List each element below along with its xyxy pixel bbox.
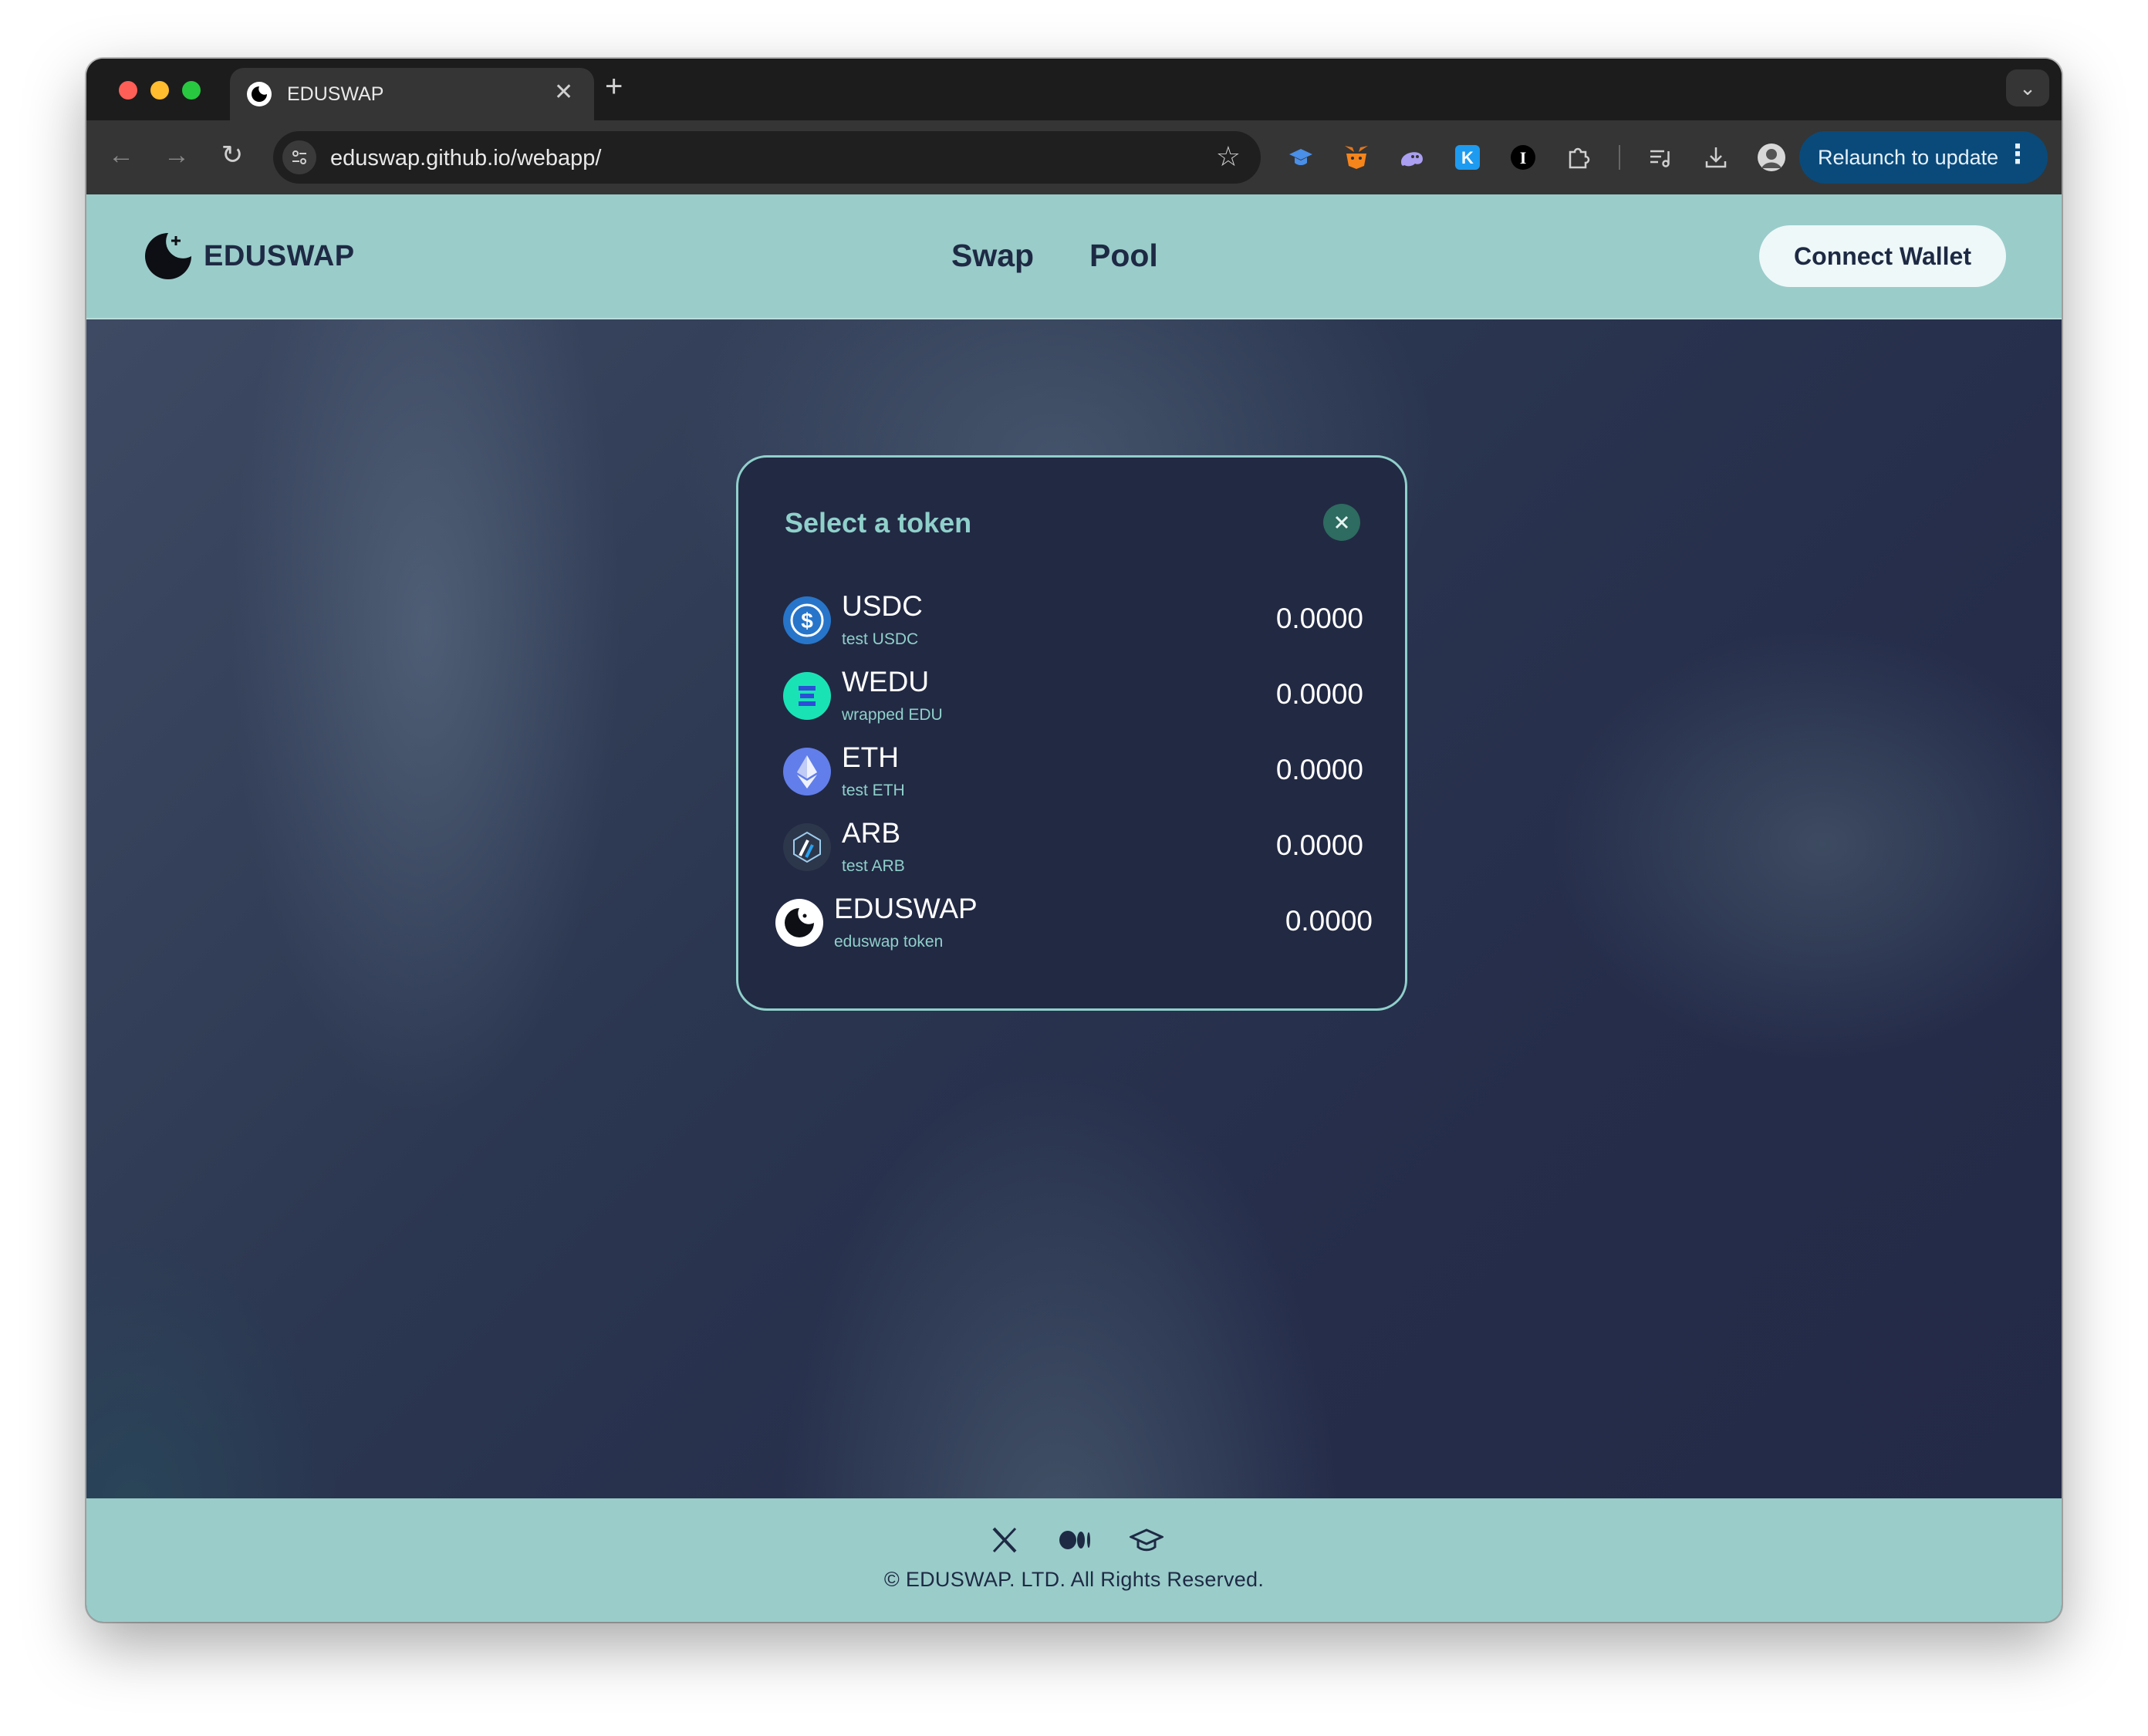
new-tab-button[interactable]: + [605, 69, 623, 104]
address-bar[interactable]: eduswap.github.io/webapp/ ☆ [273, 131, 1261, 184]
i-extension-icon[interactable]: I [1506, 140, 1540, 174]
token-balance: 0.0000 [1285, 905, 1373, 937]
token-balance: 0.0000 [1275, 829, 1363, 861]
modal-title: Select a token [785, 507, 972, 539]
tab-strip: EDUSWAP ✕ + ⌄ [86, 59, 2062, 120]
graduation-cap-extension-icon[interactable] [1284, 140, 1318, 174]
profile-avatar-icon[interactable] [1755, 140, 1788, 174]
ghost-wallet-icon[interactable] [1395, 140, 1429, 174]
token-row-eth[interactable]: ETH test ETH 0.0000 [783, 741, 1363, 808]
token-row-arb[interactable]: ARB test ARB 0.0000 [783, 817, 1363, 883]
web-page: EDUSWAP Swap Pool Connect Wallet Select … [86, 194, 2062, 1622]
token-symbol: USDC [842, 590, 923, 622]
relaunch-update-button[interactable]: Relaunch to update ⋮ [1799, 131, 2048, 184]
medium-icon[interactable] [1059, 1525, 1093, 1555]
toolbar-divider [1619, 145, 1620, 170]
token-name: test USDC [842, 630, 919, 648]
token-balance: 0.0000 [1275, 603, 1363, 634]
token-name: test ARB [842, 857, 905, 875]
x-twitter-icon[interactable] [988, 1525, 1022, 1555]
copyright-text: © EDUSWAP. LTD. All Rights Reserved. [883, 1568, 1265, 1591]
media-control-icon[interactable] [1643, 140, 1677, 174]
svg-text:I: I [1520, 148, 1527, 167]
relaunch-label: Relaunch to update [1818, 145, 1999, 169]
forward-icon[interactable]: → [157, 136, 196, 174]
token-balance: 0.0000 [1275, 678, 1363, 710]
reload-icon[interactable]: ↻ [213, 136, 252, 174]
tab-search-button[interactable]: ⌄ [2006, 69, 2049, 106]
download-icon[interactable] [1699, 140, 1733, 174]
token-row-eduswap[interactable]: EDUSWAP eduswap token 0.0000 [775, 893, 1373, 959]
token-symbol: ETH [842, 741, 899, 773]
token-name: wrapped EDU [842, 706, 943, 724]
wedu-icon [783, 672, 831, 720]
token-symbol: ARB [842, 817, 901, 849]
site-header: EDUSWAP Swap Pool Connect Wallet [86, 194, 2062, 319]
browser-toolbar: ← → ↻ eduswap.github.io/webapp/ ☆ K I Re… [86, 120, 2062, 194]
nav-pool[interactable]: Pool [1089, 238, 1158, 274]
eduswap-icon [775, 899, 823, 947]
close-icon [1335, 515, 1349, 529]
site-settings-icon[interactable] [282, 140, 316, 174]
back-icon[interactable]: ← [102, 136, 140, 174]
token-symbol: WEDU [842, 666, 930, 697]
metamask-fox-icon[interactable] [1339, 140, 1373, 174]
svg-text:$: $ [801, 609, 813, 633]
site-logo[interactable]: EDUSWAP [142, 230, 355, 282]
connect-wallet-button[interactable]: Connect Wallet [1759, 225, 2006, 287]
k-extension-icon[interactable]: K [1451, 140, 1484, 174]
logo-text: EDUSWAP [204, 239, 355, 272]
svg-text:K: K [1461, 148, 1474, 167]
site-footer: © EDUSWAP. LTD. All Rights Reserved. [86, 1498, 2062, 1622]
nav-swap[interactable]: Swap [951, 238, 1034, 274]
tab-close-icon[interactable]: ✕ [554, 79, 573, 106]
maximize-window-button[interactable] [182, 81, 201, 100]
puzzle-extensions-icon[interactable] [1562, 140, 1596, 174]
token-select-modal: Select a token $ USDC test USDC 0.0000 W… [736, 455, 1407, 1011]
bookmark-star-icon[interactable]: ☆ [1216, 140, 1241, 173]
eduswap-logo-icon [145, 233, 191, 279]
token-name: test ETH [842, 782, 905, 799]
token-row-wedu[interactable]: WEDU wrapped EDU 0.0000 [783, 666, 1363, 732]
more-menu-icon[interactable]: ⋮ [2004, 139, 2031, 170]
token-row-usdc[interactable]: $ USDC test USDC 0.0000 [783, 590, 1363, 657]
browser-tab[interactable]: EDUSWAP ✕ [230, 68, 594, 120]
close-modal-button[interactable] [1323, 504, 1360, 541]
eduswap-favicon-icon [247, 82, 272, 106]
eth-icon [783, 748, 831, 795]
graduation-cap-icon[interactable] [1130, 1525, 1164, 1555]
main-content: Select a token $ USDC test USDC 0.0000 W… [86, 319, 2062, 1498]
browser-window: EDUSWAP ✕ + ⌄ ← → ↻ eduswap.github.io/we… [86, 59, 2062, 1622]
arb-icon [783, 823, 831, 871]
token-balance: 0.0000 [1275, 754, 1363, 785]
close-window-button[interactable] [119, 81, 137, 100]
minimize-window-button[interactable] [150, 81, 169, 100]
tab-title: EDUSWAP [287, 83, 384, 105]
usdc-icon: $ [783, 596, 831, 644]
url-text[interactable]: eduswap.github.io/webapp/ [330, 146, 601, 171]
token-name: eduswap token [834, 933, 944, 951]
token-symbol: EDUSWAP [834, 893, 978, 924]
